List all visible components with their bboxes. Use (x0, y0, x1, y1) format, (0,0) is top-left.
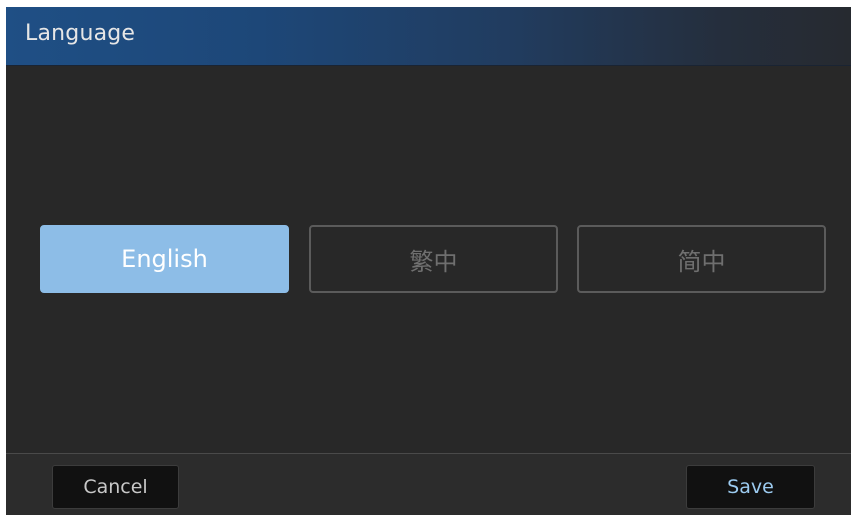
footer-bar: Cancel Save (6, 454, 851, 515)
cancel-button[interactable]: Cancel (52, 465, 179, 509)
language-option-english[interactable]: English (40, 225, 289, 293)
language-dialog: Language English 繁中 简中 Cancel Save (6, 7, 851, 515)
language-option-simplified-chinese[interactable]: 简中 (577, 225, 826, 293)
language-option-traditional-chinese[interactable]: 繁中 (309, 225, 558, 293)
page-title: Language (25, 21, 136, 46)
save-button[interactable]: Save (686, 465, 815, 509)
title-bar: Language (6, 7, 851, 66)
